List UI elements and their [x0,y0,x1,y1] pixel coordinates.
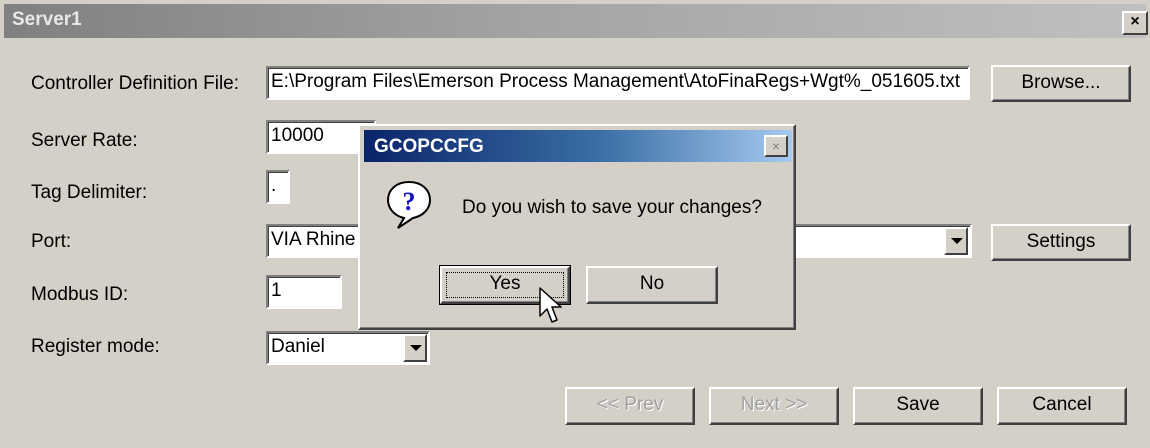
dialog-titlebar[interactable]: GCOPCCFG × [364,130,792,162]
controller-file-label: Controller Definition File: [31,73,240,94]
browse-button[interactable]: Browse... [991,65,1131,102]
settings-button[interactable]: Settings [991,224,1131,261]
save-changes-dialog: GCOPCCFG × ? Do you wish to save your ch… [358,124,796,330]
prev-button[interactable]: << Prev [565,387,695,425]
window-title: Server1 [12,9,82,30]
port-selected-value: VIA Rhine [271,229,356,250]
port-dropdown-arrow-icon[interactable] [944,227,968,255]
cancel-button[interactable]: Cancel [997,387,1127,425]
dialog-title: GCOPCCFG [374,136,484,157]
window-close-button[interactable]: × [1122,11,1148,35]
port-label: Port: [31,231,72,252]
register-mode-selected-value: Daniel [271,336,325,357]
save-button[interactable]: Save [853,387,983,425]
mouse-cursor-icon [538,286,564,326]
controller-file-input[interactable]: E:\Program Files\Emerson Process Managem… [266,66,970,100]
register-mode-dropdown-arrow-icon[interactable] [403,334,427,362]
modbus-id-label: Modbus ID: [31,284,129,305]
no-button[interactable]: No [586,266,718,304]
next-button[interactable]: Next >> [709,387,839,425]
window-titlebar[interactable]: Server1 × [4,4,1148,38]
dialog-message: Do you wish to save your changes? [462,197,762,218]
question-icon: ? [384,178,434,232]
modbus-id-input[interactable]: 1 [266,275,342,309]
tag-delimiter-label: Tag Delimiter: [31,182,148,203]
dialog-close-button[interactable]: × [764,135,788,157]
tag-delimiter-input[interactable]: . [266,170,290,204]
svg-text:?: ? [403,187,416,216]
register-mode-label: Register mode: [31,336,160,357]
server-rate-label: Server Rate: [31,130,138,151]
